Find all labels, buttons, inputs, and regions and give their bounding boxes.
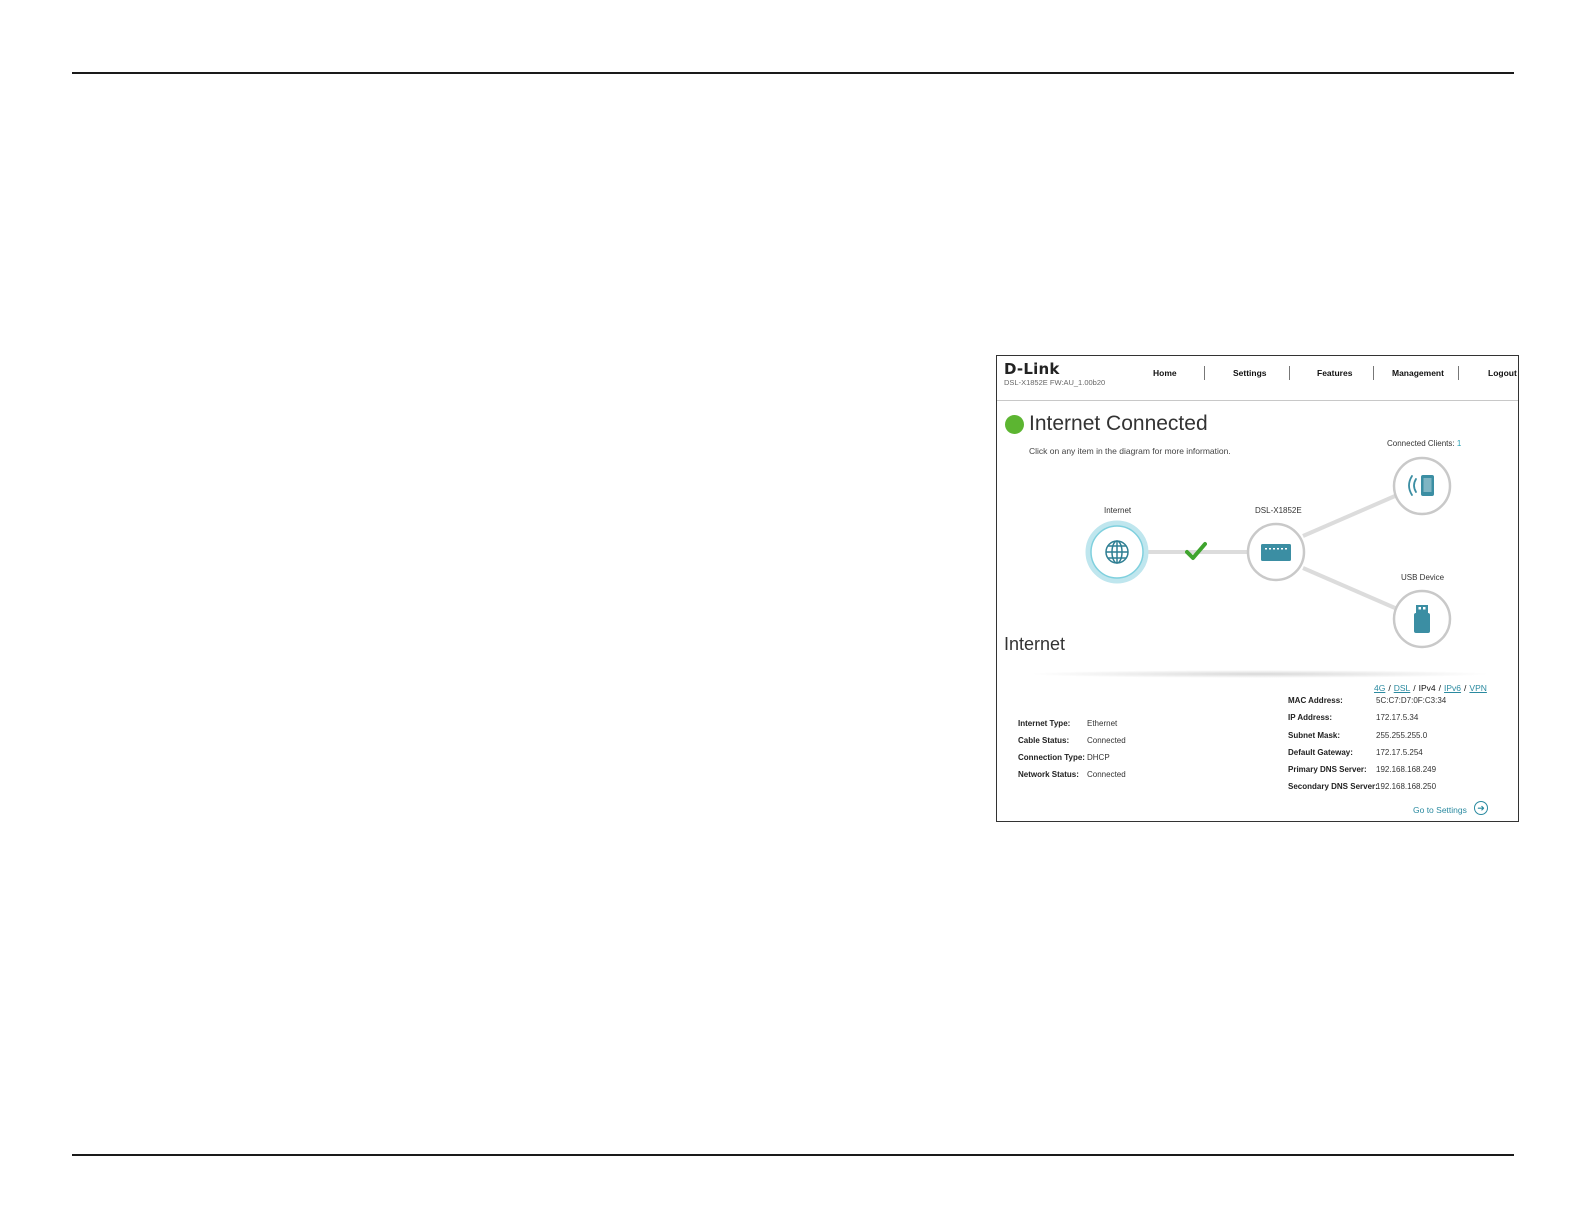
router-clients-connector (1302, 494, 1396, 538)
tab-ipv6[interactable]: IPv6 (1444, 683, 1461, 693)
usb-drive-icon (1414, 605, 1430, 633)
connected-clients-count: 1 (1456, 439, 1462, 448)
tab-separator: / (1388, 683, 1391, 693)
go-to-settings-link[interactable]: Go to Settings (1413, 805, 1467, 815)
tab-separator: / (1464, 683, 1467, 693)
section-divider (1027, 670, 1493, 678)
globe-icon (1105, 540, 1129, 564)
router-icon (1261, 544, 1291, 561)
tab-dsl[interactable]: DSL (1394, 683, 1411, 693)
connected-clients-label: Connected Clients: 1 (1387, 439, 1461, 448)
connected-clients-node[interactable] (1391, 455, 1453, 517)
internet-node[interactable] (1085, 520, 1149, 584)
router-node-label: DSL-X1852E (1255, 506, 1302, 515)
internet-type-value: Ethernet (1087, 719, 1118, 728)
tab-vpn[interactable]: VPN (1469, 683, 1486, 693)
mac-address-value: 5C:C7:D7:0F:C3:34 (1376, 696, 1447, 705)
primary-dns-label: Primary DNS Server: (1288, 765, 1367, 774)
mac-address-label: MAC Address: (1288, 696, 1343, 705)
network-status-label: Network Status: (1018, 770, 1079, 779)
usb-device-node[interactable] (1391, 588, 1453, 650)
page-bottom-rule (72, 1154, 1514, 1156)
default-gateway-label: Default Gateway: (1288, 748, 1353, 757)
ip-address-value: 172.17.5.34 (1376, 713, 1419, 722)
secondary-dns-label: Secondary DNS Server: (1288, 782, 1378, 791)
cable-status-value: Connected (1087, 736, 1126, 745)
internet-type-label: Internet Type: (1018, 719, 1071, 728)
secondary-dns-value: 192.168.168.250 (1376, 782, 1437, 791)
tab-ipv4: IPv4 (1418, 683, 1436, 693)
check-icon (1185, 542, 1207, 560)
usb-device-label: USB Device (1401, 573, 1445, 582)
network-status-value: Connected (1087, 770, 1126, 779)
subnet-mask-label: Subnet Mask: (1288, 731, 1341, 740)
section-title: Internet (1004, 634, 1066, 654)
internet-node-label: Internet (1104, 506, 1132, 515)
connection-tabs: 4G / DSL / IPv4/IPv6/VPN (1374, 683, 1487, 693)
primary-dns-value: 192.168.168.249 (1376, 765, 1437, 774)
connection-type-label: Connection Type: (1018, 753, 1085, 762)
tab-separator: / (1413, 683, 1416, 693)
default-gateway-value: 172.17.5.254 (1376, 748, 1423, 757)
connected-clients-text: Connected Clients: (1387, 439, 1455, 448)
router-usb-connector (1302, 566, 1396, 610)
router-ui-screenshot: D-Link DSL-X1852E FW:AU_1.00b20 Home Set… (996, 355, 1519, 822)
arrow-right-circle-icon[interactable]: ➜ (1474, 801, 1488, 815)
ip-address-label: IP Address: (1288, 713, 1333, 722)
subnet-mask-value: 255.255.255.0 (1376, 731, 1428, 740)
connection-type-value: DHCP (1087, 753, 1110, 762)
tab-separator: / (1438, 683, 1442, 693)
cable-status-label: Cable Status: (1018, 736, 1070, 745)
tab-4g[interactable]: 4G (1374, 683, 1385, 693)
page-top-rule (72, 72, 1514, 74)
router-node[interactable] (1245, 521, 1307, 583)
